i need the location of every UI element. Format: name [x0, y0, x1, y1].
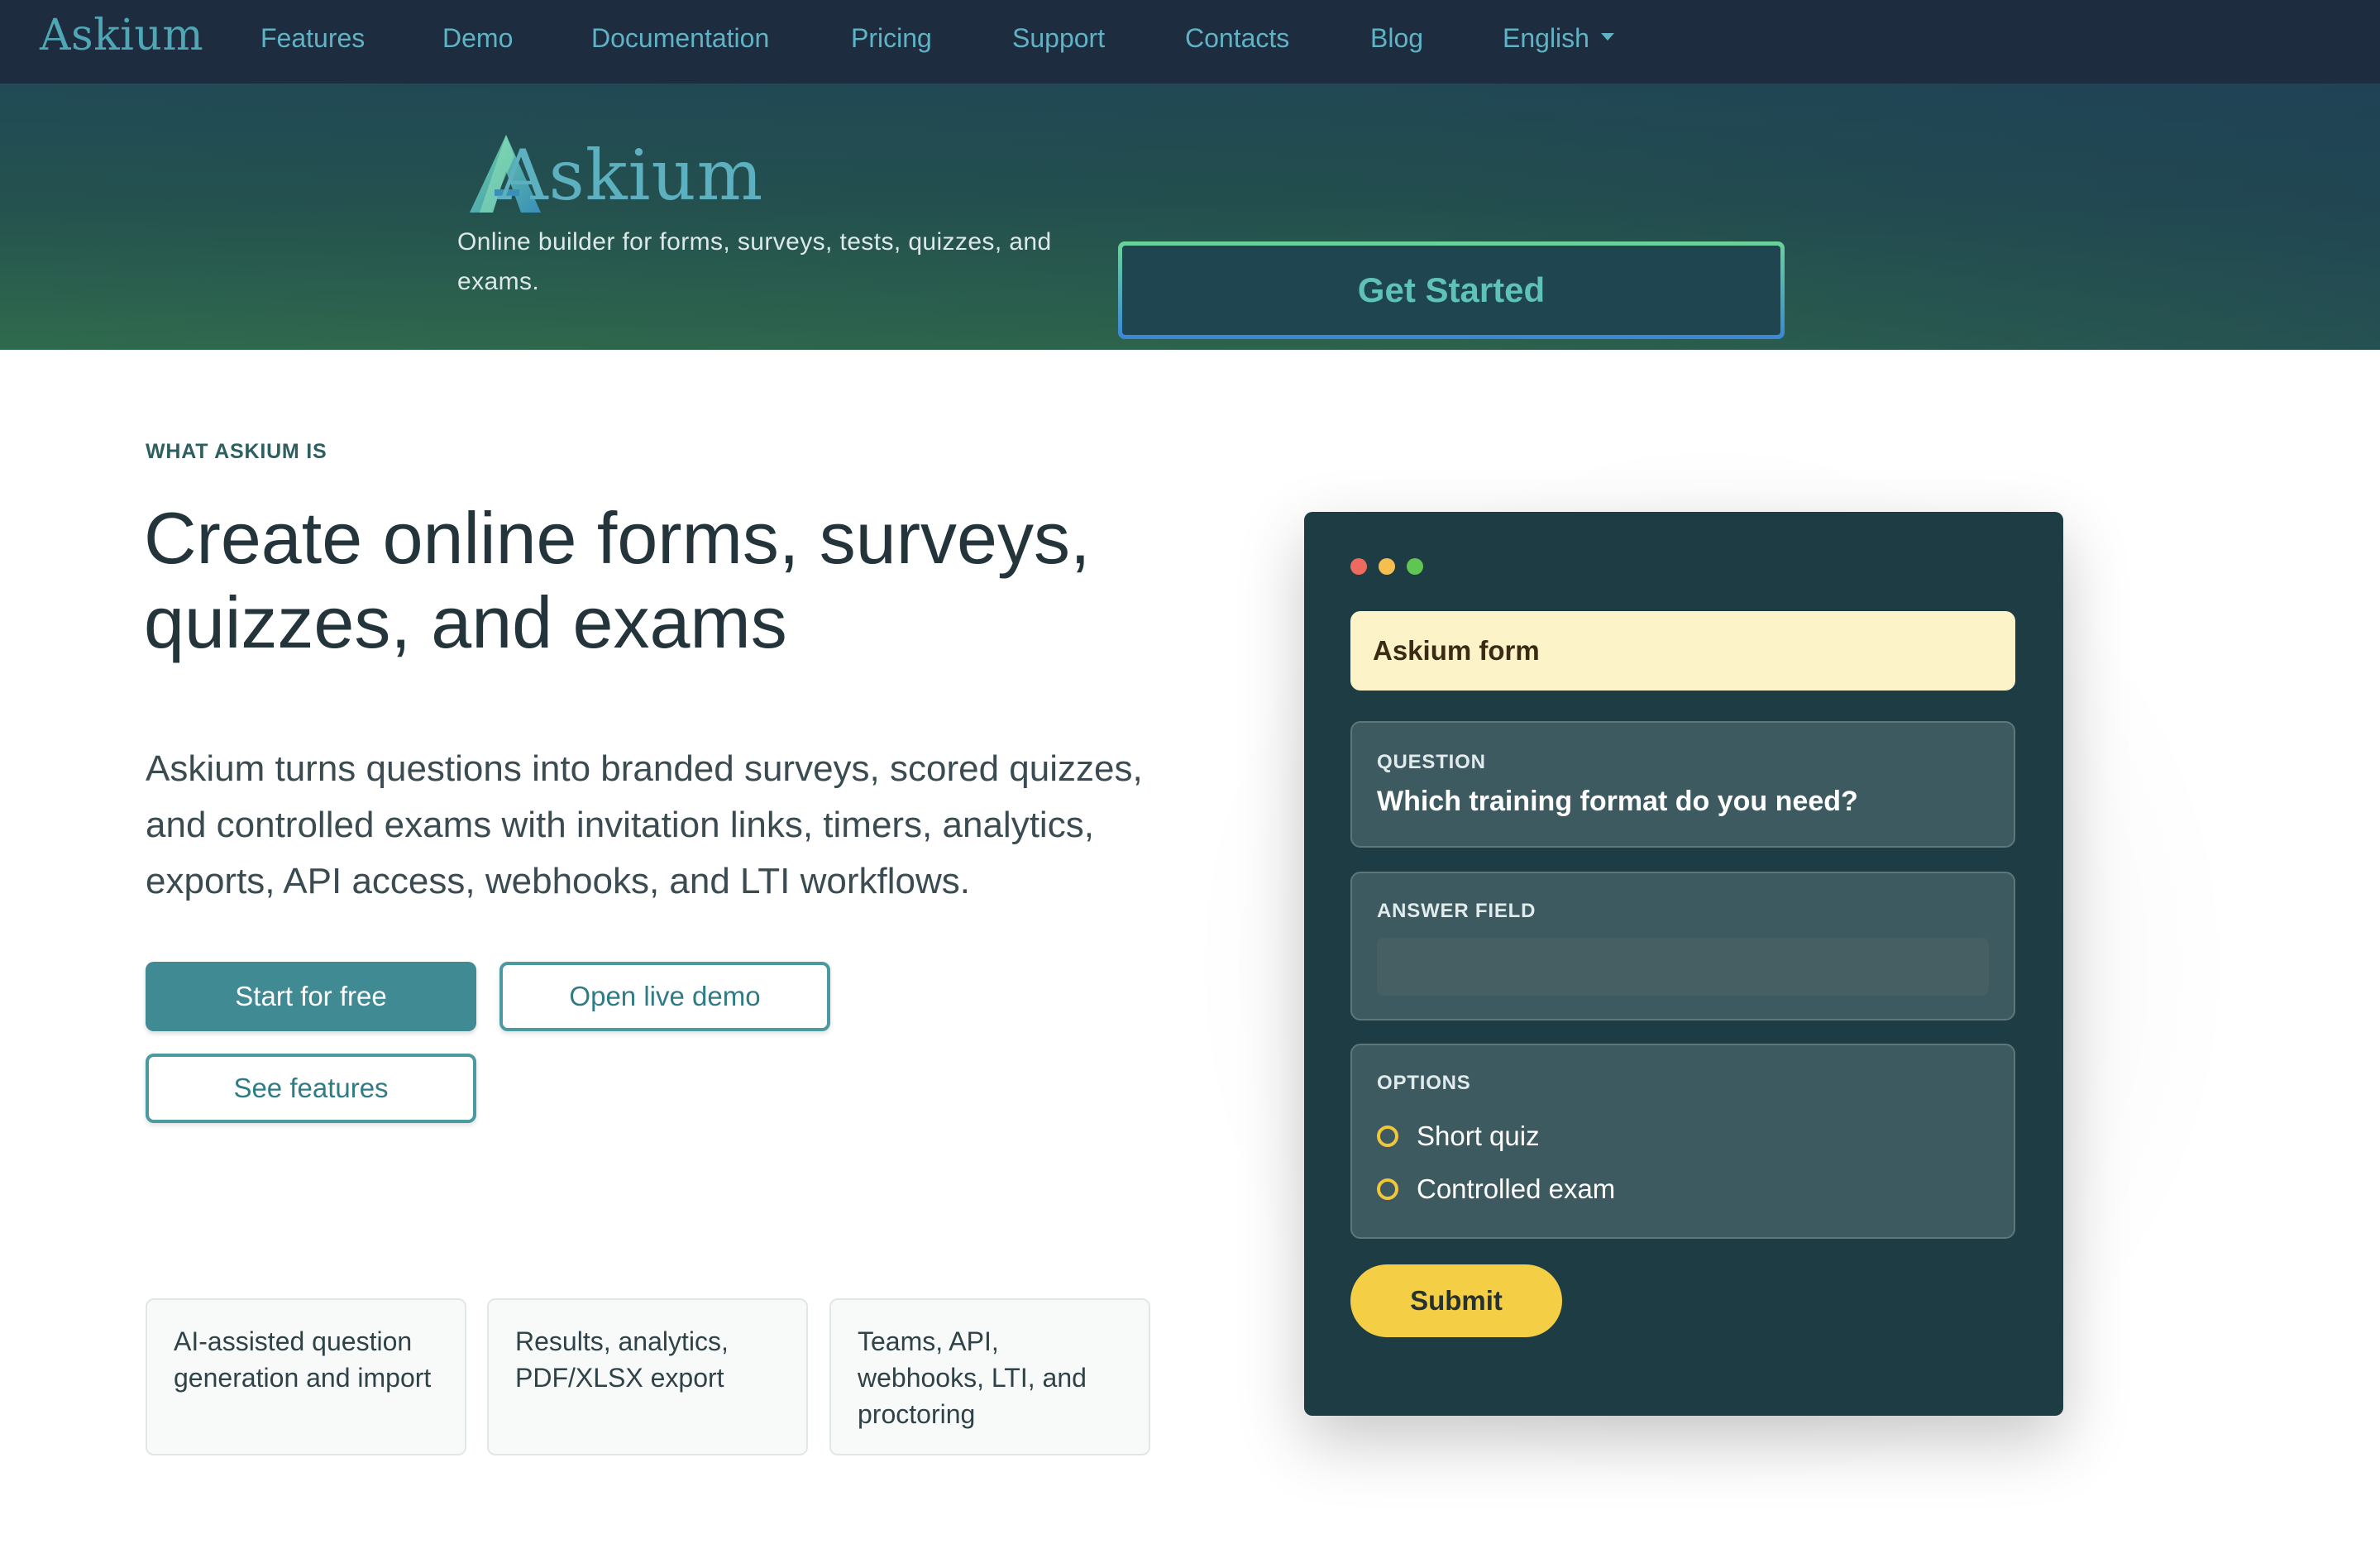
question-label: QUESTION: [1377, 751, 1486, 773]
feature-card-ai: AI-assisted question generation and impo…: [146, 1298, 466, 1455]
options-card: OPTIONS Short quiz Controlled exam: [1350, 1044, 2015, 1239]
language-dropdown[interactable]: English: [1503, 20, 1614, 56]
feature-card-analytics: Results, analytics, PDF/XLSX export: [487, 1298, 808, 1455]
hero-tagline: Online builder for forms, surveys, tests…: [457, 228, 1052, 295]
language-label: English: [1503, 23, 1589, 53]
page-headline: Create online forms, surveys, quizzes, a…: [144, 497, 1091, 663]
hero-logo: Askium: [468, 130, 762, 221]
nav-link-blog[interactable]: Blog: [1370, 20, 1423, 56]
question-card: QUESTION Which training format do you ne…: [1350, 721, 2015, 848]
nav-link-pricing[interactable]: Pricing: [851, 20, 932, 56]
submit-button[interactable]: Submit: [1350, 1264, 1562, 1337]
window-maximize-dot: [1407, 558, 1423, 575]
option-short-quiz[interactable]: Short quiz: [1377, 1118, 1540, 1154]
window-minimize-dot: [1379, 558, 1395, 575]
hero-banner: Askium Online builder for forms, surveys…: [0, 84, 2380, 350]
nav-logo[interactable]: Askium: [40, 7, 203, 65]
open-live-demo-button[interactable]: Open live demo: [499, 962, 830, 1031]
nav-link-demo[interactable]: Demo: [442, 20, 513, 56]
radio-icon: [1377, 1125, 1398, 1147]
nav-link-features[interactable]: Features: [260, 20, 365, 56]
lead-paragraph: Askium turns questions into branded surv…: [146, 748, 1143, 901]
get-started-button[interactable]: Get Started: [1118, 241, 1785, 339]
feature-card-integrations: Teams, API, webhooks, LTI, and proctorin…: [829, 1298, 1150, 1455]
form-title: Askium form: [1350, 611, 2015, 691]
answer-card: ANSWER FIELD: [1350, 872, 2015, 1020]
chevron-down-icon: [1600, 33, 1614, 41]
option-label: Short quiz: [1417, 1121, 1540, 1151]
hero-logo-text: Askium: [498, 135, 764, 216]
nav-link-contacts[interactable]: Contacts: [1185, 20, 1289, 56]
section-eyebrow: WHAT ASKIUM IS: [146, 440, 327, 463]
window-close-dot: [1350, 558, 1367, 575]
form-preview-window: Askium form QUESTION Which training form…: [1304, 512, 2063, 1416]
start-for-free-button[interactable]: Start for free: [146, 962, 476, 1031]
option-label: Controlled exam: [1417, 1173, 1616, 1204]
see-features-button[interactable]: See features: [146, 1054, 476, 1123]
question-text: Which training format do you need?: [1377, 786, 1858, 817]
top-navbar: Askium Features Demo Documentation Prici…: [0, 0, 2380, 84]
options-label: OPTIONS: [1377, 1072, 1471, 1094]
option-controlled-exam[interactable]: Controlled exam: [1377, 1171, 1615, 1207]
nav-link-support[interactable]: Support: [1012, 20, 1105, 56]
get-started-label: Get Started: [1122, 246, 1780, 335]
radio-icon: [1377, 1178, 1398, 1200]
nav-link-documentation[interactable]: Documentation: [591, 20, 769, 56]
answer-input[interactable]: [1377, 938, 1989, 996]
answer-field-label: ANSWER FIELD: [1377, 900, 1536, 922]
